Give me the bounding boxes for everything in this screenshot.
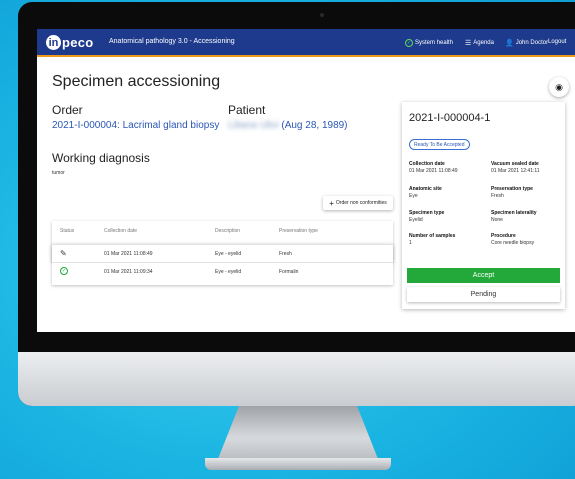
order-non-conformities-label: Order non conformities xyxy=(335,200,387,206)
accept-button[interactable]: Accept xyxy=(407,268,560,283)
cell-preservation: Fresh xyxy=(279,251,292,257)
logout-label: Logout xyxy=(548,39,567,45)
system-health-link[interactable]: ✓ System health xyxy=(405,39,453,47)
logout-link[interactable]: Logout xyxy=(548,39,566,45)
status-badge: Ready To Be Accepted xyxy=(409,139,470,150)
field-label-specimen-laterality: Specimen laterality xyxy=(491,210,537,216)
patient-link[interactable]: Liliana Ulivi (Aug 28, 1989) xyxy=(228,120,348,131)
user-menu[interactable]: 👤 John Doctor xyxy=(505,39,548,47)
diagnosis-value: tumor xyxy=(52,170,65,176)
pending-button[interactable]: Pending xyxy=(407,287,560,302)
check-circle-icon: ✓ xyxy=(405,39,413,47)
specimen-table: Status Collection date Description Prese… xyxy=(52,221,393,285)
field-value-specimen-laterality: None xyxy=(491,217,503,223)
page-title: Specimen accessioning xyxy=(52,73,221,90)
field-value-preservation-type: Fresh xyxy=(491,193,504,199)
col-header-status: Status xyxy=(60,228,75,234)
field-value-number-of-samples: 1 xyxy=(409,240,412,246)
field-label-vacuum-sealed-date: Vacuum sealed date xyxy=(491,161,539,167)
field-value-anatomic-site: Eye xyxy=(409,193,418,199)
field-value-specimen-type: Eyelid xyxy=(409,217,423,223)
col-header-preservation: Preservation type xyxy=(279,228,318,234)
col-header-description: Description xyxy=(215,228,241,234)
field-value-procedure: Core needle biopsy xyxy=(491,240,535,246)
table-row[interactable]: ✓ 01 Mar 2021 11:09:34 Eye - eyelid Form… xyxy=(52,262,393,280)
agenda-link[interactable]: ☰ Agenda xyxy=(465,39,494,47)
user-name: John Doctor xyxy=(515,40,549,46)
monitor-chin xyxy=(18,352,575,406)
cell-description: Eye - eyelid xyxy=(215,269,242,275)
logo-text: peco xyxy=(62,35,94,50)
field-label-preservation-type: Preservation type xyxy=(491,186,533,192)
field-label-number-of-samples: Number of samples xyxy=(409,233,456,239)
plus-icon: + xyxy=(329,198,334,208)
app-title: Anatomical pathology 3.0 - Accessioning xyxy=(109,38,235,45)
patient-name: Liliana Ulivi xyxy=(228,120,279,131)
cell-preservation: Formalin xyxy=(279,269,299,275)
specimen-id: 2021-I-000004-1 xyxy=(409,112,491,124)
order-non-conformities-button[interactable]: + Order non conformities xyxy=(323,196,393,210)
field-label-anatomic-site: Anatomic site xyxy=(409,186,442,192)
cell-collection-date: 01 Mar 2021 11:08:49 xyxy=(104,251,153,257)
edit-icon: ✎ xyxy=(60,249,67,258)
eye-icon: ◉ xyxy=(555,81,563,92)
field-label-collection-date: Collection date xyxy=(409,161,445,167)
col-header-collection-date: Collection date xyxy=(104,228,138,234)
field-value-collection-date: 01 Mar 2021 11:08:49 xyxy=(409,168,458,174)
check-circle-icon: ✓ xyxy=(60,267,68,275)
monitor-base xyxy=(205,458,391,470)
user-icon: 👤 xyxy=(505,40,514,47)
order-label: Order xyxy=(52,103,83,117)
agenda-label: Agenda xyxy=(473,40,494,46)
specimen-detail-panel: 2021-I-000004-1 Ready To Be Accepted Col… xyxy=(402,102,565,309)
field-label-specimen-type: Specimen type xyxy=(409,210,445,216)
cell-collection-date: 01 Mar 2021 11:09:34 xyxy=(104,269,153,275)
field-value-vacuum-sealed-date: 01 Mar 2021 12:41:11 xyxy=(491,168,540,174)
app-screen: in peco Anatomical pathology 3.0 - Acces… xyxy=(37,29,575,332)
system-health-label: System health xyxy=(415,40,454,46)
patient-dob: (Aug 28, 1989) xyxy=(281,120,348,131)
view-button[interactable]: ◉ xyxy=(549,77,569,97)
camera-dot xyxy=(320,13,324,17)
logo[interactable]: in peco xyxy=(46,35,94,50)
table-row[interactable]: ✎ 01 Mar 2021 11:08:49 Eye - eyelid Fres… xyxy=(52,244,393,262)
field-label-procedure: Procedure xyxy=(491,233,516,239)
list-icon: ☰ xyxy=(465,40,472,47)
patient-label: Patient xyxy=(228,103,266,117)
diagnosis-label: Working diagnosis xyxy=(52,151,150,165)
logo-mark: in xyxy=(46,35,61,50)
monitor-stand xyxy=(216,406,380,464)
top-bar: in peco Anatomical pathology 3.0 - Acces… xyxy=(37,29,575,57)
order-link[interactable]: 2021-I-000004: Lacrimal gland biopsy xyxy=(52,120,219,131)
cell-description: Eye - eyelid xyxy=(215,251,242,257)
